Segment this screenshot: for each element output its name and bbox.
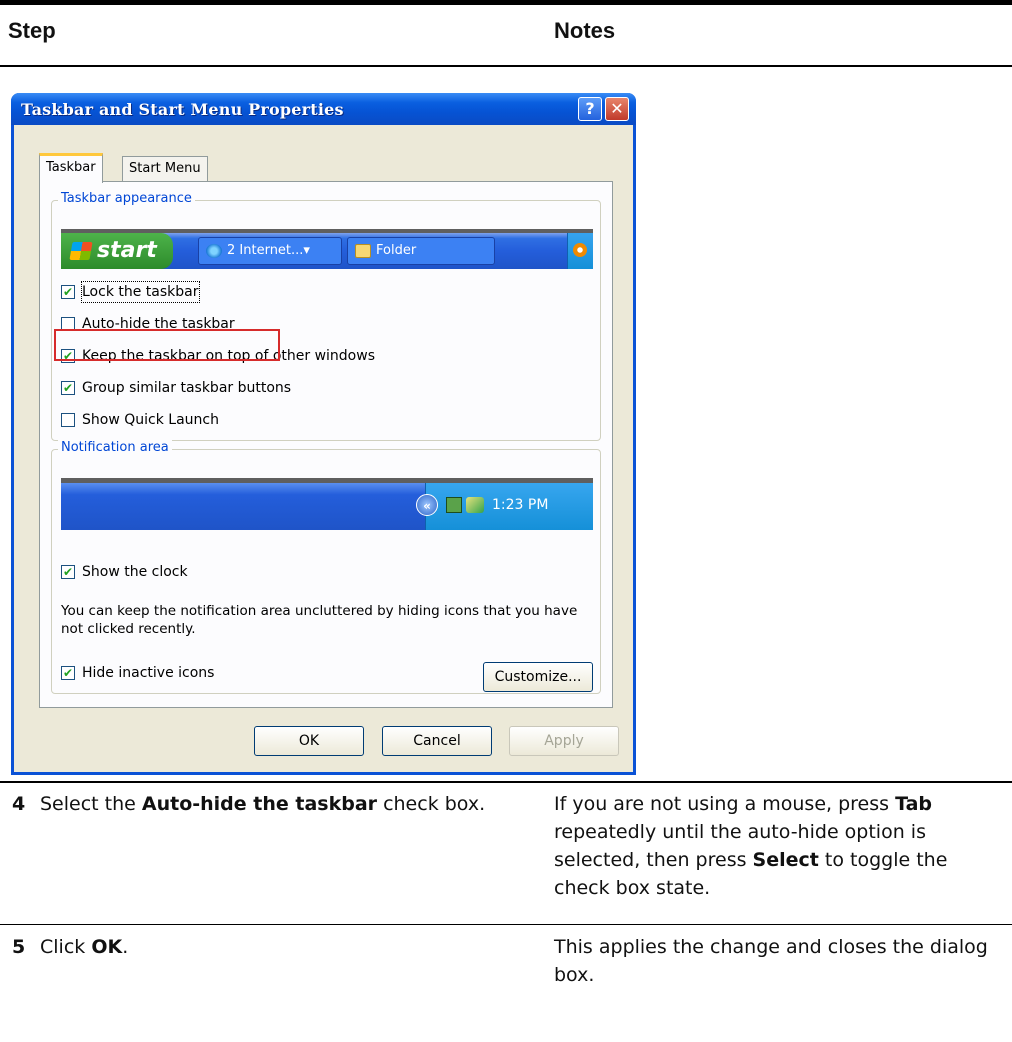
auto-hide-highlight (54, 329, 280, 361)
tab-panel-taskbar: Taskbar appearance start 2 Internet...▾ … (39, 181, 613, 708)
chevron-left-icon: « (416, 494, 438, 516)
apply-button[interactable]: Apply (509, 726, 619, 756)
step-5-number: 5 (12, 936, 26, 958)
step-4-text-bold: Auto-hide the taskbar (141, 793, 378, 815)
task-button-label: 2 Internet...▾ (227, 243, 310, 258)
tab-taskbar[interactable]: Taskbar (39, 153, 103, 183)
lock-taskbar-label: Lock the taskbar (81, 281, 200, 303)
cancel-button[interactable]: Cancel (382, 726, 492, 756)
step-column-header: Step (8, 18, 56, 43)
step-4-notes-tab: Tab (895, 793, 933, 815)
tray-app-icon (466, 497, 484, 513)
hide-inactive-checkbox[interactable]: ✔ (61, 666, 75, 680)
media-player-icon (573, 243, 587, 257)
system-tray-preview: « 1:23 PM (416, 483, 593, 530)
notification-description: You can keep the notification area unclu… (61, 603, 578, 637)
taskbar-appearance-legend: Taskbar appearance (58, 191, 195, 206)
step-4-notes: If you are not using a mouse, press Tab … (554, 790, 1004, 902)
top-rule (0, 0, 1012, 5)
quick-launch-label: Show Quick Launch (82, 412, 219, 428)
step-4-text-suffix: check box. (377, 793, 486, 815)
start-button-preview: start (61, 233, 173, 269)
tray-clock: 1:23 PM (492, 497, 549, 513)
group-buttons-label: Group similar taskbar buttons (82, 380, 292, 396)
step-4-notes-select: Select (752, 849, 819, 871)
internet-explorer-icon (206, 244, 222, 258)
taskbar-preview-tray-edge (567, 233, 593, 269)
ok-button[interactable]: OK (254, 726, 364, 756)
header-rule (0, 65, 1012, 67)
customize-button[interactable]: Customize... (483, 662, 593, 692)
dialog-titlebar[interactable]: Taskbar and Start Menu Properties ? ✕ (11, 93, 636, 125)
step-5-text-suffix: . (122, 936, 129, 958)
help-icon[interactable]: ? (578, 97, 602, 121)
step-4-notes-prefix: If you are not using a mouse, press (554, 793, 896, 815)
notification-area-legend: Notification area (58, 440, 172, 455)
notification-area-preview: « 1:23 PM (61, 478, 593, 530)
dialog-title: Taskbar and Start Menu Properties (21, 100, 344, 119)
task-button-label: Folder (376, 243, 417, 258)
network-icon (446, 497, 462, 513)
taskbar-preview-image: start 2 Internet...▾ Folder (61, 229, 593, 269)
step-5-text-prefix: Click (40, 936, 92, 958)
tab-start-menu[interactable]: Start Menu (122, 156, 208, 182)
step-divider (0, 924, 1012, 925)
taskbar-properties-dialog: Taskbar and Start Menu Properties ? ✕ Ta… (11, 93, 636, 775)
step-4-number: 4 (12, 793, 26, 815)
close-icon[interactable]: ✕ (605, 97, 629, 121)
start-label: start (97, 238, 157, 263)
show-clock-label: Show the clock (82, 564, 188, 580)
hide-inactive-label: Hide inactive icons (82, 665, 215, 681)
step-5-text-bold: OK (91, 936, 123, 958)
taskbar-preview-internet-button: 2 Internet...▾ (198, 237, 342, 265)
folder-icon (355, 244, 371, 258)
windows-flag-icon (69, 242, 93, 260)
group-buttons-checkbox[interactable]: ✔ (61, 381, 75, 395)
show-clock-checkbox[interactable]: ✔ (61, 565, 75, 579)
taskbar-preview-folder-button: Folder (347, 237, 495, 265)
notes-column-header: Notes (554, 18, 616, 43)
quick-launch-checkbox[interactable] (61, 413, 75, 427)
step-4-instruction: Select the Auto-hide the taskbar check b… (40, 790, 520, 818)
step-4-text-prefix: Select the (40, 793, 142, 815)
step-5-notes: This applies the change and closes the d… (554, 936, 988, 986)
step-5-instruction: Click OK. (40, 933, 520, 961)
lock-taskbar-checkbox[interactable]: ✔ (61, 285, 75, 299)
steps-rule (0, 781, 1012, 783)
